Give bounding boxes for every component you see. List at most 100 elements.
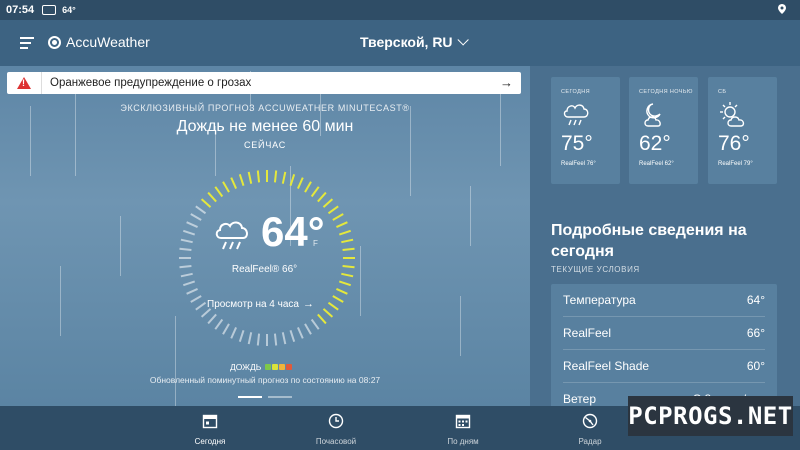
- moon-cloud-icon: [644, 103, 661, 127]
- forecast-card-label: СЕГОДНЯ НОЧЬЮ: [639, 89, 693, 95]
- page-dot: [268, 396, 292, 398]
- dial-tick: [336, 287, 348, 295]
- dial-tick: [304, 181, 312, 193]
- alert-text: Оранжевое предупреждение о грозах: [50, 77, 252, 89]
- dial-tick: [180, 238, 193, 244]
- forecast-card-realfeel: RealFeel 62°: [639, 161, 674, 167]
- dial-tick: [289, 329, 296, 343]
- arrow-right-icon: →: [500, 75, 513, 90]
- status-bar: 07:54 64°: [0, 0, 800, 20]
- status-time: 07:54: [6, 4, 35, 16]
- rain-streak: [175, 316, 176, 406]
- rain-label: ДОЖДЬ: [230, 362, 262, 372]
- forecast-card-label: СБ: [718, 89, 727, 95]
- dial-tick: [179, 247, 192, 252]
- dial-tick: [310, 186, 320, 198]
- condition-value: 60°: [746, 359, 765, 373]
- view-4-hours-link[interactable]: Просмотр на 4 часа →: [207, 298, 314, 310]
- hamburger-menu-icon[interactable]: [20, 37, 34, 49]
- dial-tick: [332, 295, 344, 303]
- forecast-card-label: СЕГОДНЯ: [561, 89, 590, 95]
- warning-icon: [17, 77, 31, 89]
- dial-tick: [230, 327, 238, 339]
- dial-tick: [238, 173, 245, 187]
- condition-label: RealFeel Shade: [563, 359, 650, 373]
- forecast-card-temp: 75°: [561, 132, 593, 155]
- current-realfeel: RealFeel® 66°: [231, 264, 298, 275]
- dial-tick: [296, 177, 304, 189]
- nav-label: Радар: [578, 437, 602, 446]
- forecast-card-temp: 62°: [639, 132, 671, 155]
- rain-streak: [360, 246, 361, 316]
- dial-tick: [186, 287, 198, 295]
- forecast-card-saturday[interactable]: СБ 76° RealFeel 79°: [708, 77, 777, 184]
- dial-tick: [222, 323, 230, 335]
- nav-daily[interactable]: По дням: [413, 406, 513, 450]
- details-subtitle: ТЕКУЩИЕ УСЛОВИЯ: [551, 265, 640, 274]
- dial-tick: [317, 313, 327, 325]
- dial-tick: [336, 221, 348, 229]
- dial-tick: [342, 247, 355, 252]
- location-name: Тверской, RU: [360, 34, 453, 50]
- calendar-today-icon: [202, 414, 218, 429]
- condition-value: 66°: [746, 326, 765, 340]
- dial-tick: [338, 229, 352, 236]
- conditions-row: Температура 64°: [563, 284, 765, 317]
- minutecast-ring: [179, 170, 355, 346]
- dial-tick: [332, 213, 344, 221]
- dial-tick: [341, 238, 354, 244]
- nav-hourly[interactable]: Почасовой: [286, 406, 386, 450]
- rain-streak: [460, 296, 461, 356]
- dial-tick: [195, 205, 207, 215]
- current-conditions-table: Температура 64° RealFeel 66° RealFeel Sh…: [551, 284, 777, 409]
- page-indicator: [238, 396, 298, 398]
- dial-tick: [281, 332, 287, 345]
- dial-tick: [182, 229, 196, 236]
- dial-tick: [289, 173, 296, 187]
- minutecast-dial[interactable]: 64° F RealFeel® 66° Просмотр на 4 часа →: [177, 168, 357, 348]
- dial-tick: [322, 198, 334, 208]
- rain-scale-swatch: [286, 364, 293, 370]
- forecast-card-tonight[interactable]: СЕГОДНЯ НОЧЬЮ 62° RealFeel 62°: [629, 77, 698, 184]
- dial-tick: [304, 323, 312, 335]
- dial-tick: [256, 170, 261, 183]
- now-label: СЕЙЧАС: [243, 140, 287, 150]
- dial-tick: [207, 313, 217, 325]
- forecast-card-temp: 76°: [718, 132, 750, 155]
- dial-tick: [327, 301, 339, 311]
- nav-today[interactable]: Сегодня: [160, 406, 260, 450]
- nav-radar[interactable]: Радар: [540, 406, 640, 450]
- conditions-row: RealFeel 66°: [563, 317, 765, 350]
- chevron-down-icon: [457, 34, 469, 46]
- rain-streak: [120, 216, 121, 276]
- forecast-card-today[interactable]: СЕГОДНЯ 75° RealFeel 76°: [551, 77, 620, 184]
- watermark: PCPROGS.NET: [628, 396, 793, 436]
- rain-streak: [60, 266, 61, 336]
- brand: AccuWeather: [48, 34, 150, 50]
- nav-label: Почасовой: [315, 437, 357, 446]
- dial-tick: [222, 181, 230, 193]
- dial-tick: [247, 332, 253, 345]
- dial-tick: [338, 280, 352, 287]
- minutecast-title: ЭКСКЛЮЗИВНЫЙ ПРОГНОЗ ACCUWEATHER MINUTEC…: [120, 103, 410, 113]
- rain-cloud-icon: [215, 221, 248, 250]
- condition-label: RealFeel: [563, 326, 612, 340]
- rain-intensity-scale: [265, 364, 293, 370]
- dial-tick: [317, 191, 327, 203]
- minutecast-headline: Дождь не менее 60 мин: [176, 118, 354, 135]
- condition-label: Температура: [563, 293, 636, 307]
- dial-tick: [247, 171, 253, 184]
- dial-tick: [190, 213, 202, 221]
- clock-icon: [328, 413, 344, 429]
- weather-alert-banner[interactable]: Оранжевое предупреждение о грозах →: [7, 72, 521, 94]
- status-temp: 64°: [62, 5, 76, 15]
- page-dot-active: [238, 396, 262, 398]
- view-4-hours-label: Просмотр на 4 часа: [207, 298, 299, 310]
- rain-legend: ДОЖДЬ: [230, 362, 293, 372]
- dial-tick: [322, 308, 334, 318]
- dial-tick: [200, 198, 212, 208]
- location-selector[interactable]: Тверской, RU: [360, 34, 469, 50]
- details-title: Подробные сведения на сегодня: [551, 222, 747, 260]
- dial-tick: [200, 308, 212, 318]
- dial-tick: [214, 318, 224, 330]
